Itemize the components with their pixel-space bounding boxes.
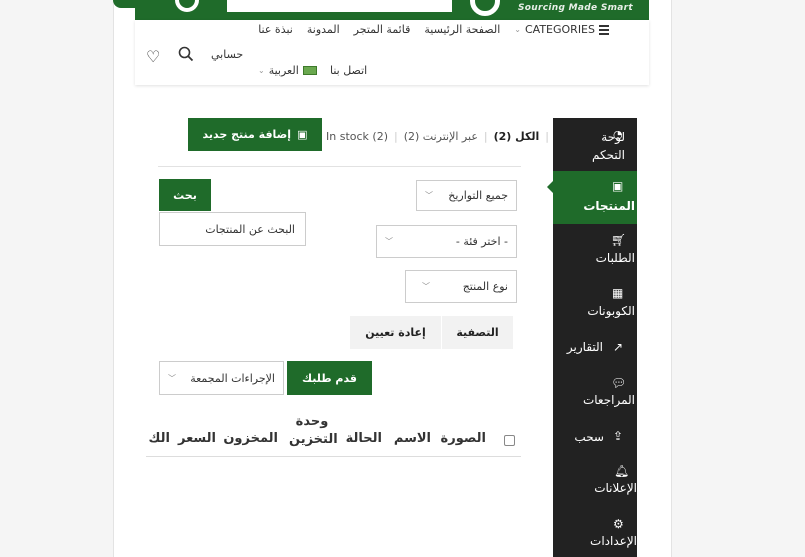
nav-home[interactable]: الصفحة الرئيسية <box>424 23 500 36</box>
product-type-value: نوع المنتج <box>462 280 508 293</box>
add-product-label: إضافة منتج جديد <box>202 128 292 141</box>
dashboard-sidebar: ◔ لوحة التحكم ▣ المنتجات 🛒︎ الطلبات ▦ ال… <box>553 118 637 557</box>
select-all-checkbox[interactable] <box>504 435 515 446</box>
sidebar-item-label: الطلبات <box>595 251 635 265</box>
chevron-down-icon: ⌄ <box>258 66 265 75</box>
add-product-button[interactable]: إضافة منتج جديد ▣ <box>188 118 322 151</box>
site-header: Sourcing Made Smart <box>135 0 649 20</box>
nav-categories[interactable]: ⌄ CATEGORIES <box>514 23 609 36</box>
column-status[interactable]: الحالة <box>346 431 382 446</box>
bulk-actions-select[interactable]: ﹀ الإجراءات المجمعة <box>159 361 284 395</box>
sidebar-item-label: المراجعات <box>582 393 635 407</box>
tab-all[interactable]: الكل (2) <box>494 130 540 143</box>
menu-list-icon <box>599 24 609 35</box>
sidebar-item-label: الإعدادات <box>590 534 637 548</box>
logo-icon[interactable] <box>470 0 500 16</box>
sidebar-item-label: الكوبونات <box>587 304 635 318</box>
comments-icon: 💬︎ <box>611 376 627 390</box>
briefcase-icon: ▣ <box>297 128 308 141</box>
sidebar-item-label: سحب <box>574 430 604 444</box>
upload-icon: ⇪ <box>613 429 624 443</box>
language-switcher[interactable]: ⌄ العربية <box>258 64 317 77</box>
search-button[interactable]: بحث <box>159 179 211 211</box>
sidebar-item-products[interactable]: ▣ المنتجات <box>553 171 637 224</box>
column-image[interactable]: الصورة <box>441 431 486 446</box>
sidebar-item-label: التقارير <box>566 340 603 354</box>
sidebar-item-dashboard[interactable]: ◔ لوحة التحكم <box>553 126 637 170</box>
gift-icon: ▦ <box>612 286 624 300</box>
flag-icon <box>302 66 317 75</box>
chevron-down-icon: ⌄ <box>514 25 521 34</box>
sidebar-item-reports[interactable]: ↗ التقارير <box>553 338 637 358</box>
gear-icon: ⚙ <box>613 517 624 531</box>
nav-menu: ⌄ CATEGORIES الصفحة الرئيسية قائمة المتج… <box>258 23 609 36</box>
sidebar-item-orders[interactable]: 🛒︎ الطلبات <box>553 231 637 277</box>
wishlist-heart-icon[interactable]: ♡ <box>146 47 160 66</box>
nav-blog[interactable]: المدونة <box>307 23 340 36</box>
sidebar-item-label: المنتجات <box>583 199 635 213</box>
chevron-down-icon: ﹀ <box>425 191 433 200</box>
product-type-select[interactable]: ﹀ نوع المنتج <box>405 270 517 303</box>
category-select[interactable]: ﹀ - اختر فئة - <box>376 225 517 258</box>
sidebar-item-reviews[interactable]: 💬︎ المراجعات <box>553 374 637 420</box>
bell-icon: 🔔︎ <box>614 464 630 478</box>
sidebar-item-withdraw[interactable]: ⇪ سحب <box>553 427 637 447</box>
active-indicator <box>547 181 553 193</box>
chevron-down-icon: ﹀ <box>422 282 430 291</box>
header-search-input[interactable] <box>222 0 452 12</box>
column-sku[interactable]: وحدة التخزين <box>289 413 338 449</box>
date-filter-value: جميع التواريخ <box>448 189 508 202</box>
nav-account[interactable]: حسابي <box>211 48 243 61</box>
sidebar-item-label: الإعلانات <box>594 481 637 495</box>
tab-online[interactable]: عبر الإنترنت (2) <box>404 130 478 143</box>
language-label: العربية <box>268 64 299 77</box>
bulk-submit-button[interactable]: قدم طلبك <box>287 361 372 395</box>
category-value: - اختر فئة - <box>455 235 508 248</box>
chart-icon: ↗ <box>613 340 624 354</box>
chevron-down-icon: ﹀ <box>385 237 393 246</box>
column-name[interactable]: الاسم <box>394 431 431 446</box>
main-nav: ⌄ CATEGORIES الصفحة الرئيسية قائمة المتج… <box>135 20 649 85</box>
chevron-down-icon: ﹀ <box>168 373 176 383</box>
product-search-input[interactable]: البحث عن المنتجات <box>159 212 306 246</box>
product-status-tabs: | الكل (2) | عبر الإنترنت (2) | In stock… <box>326 130 549 143</box>
nav-categories-label: CATEGORIES <box>524 23 595 36</box>
search-icon[interactable] <box>178 46 194 62</box>
reset-button[interactable]: إعادة تعيين <box>350 316 441 349</box>
column-partial[interactable]: الك <box>146 431 170 446</box>
divider <box>158 166 521 167</box>
bulk-actions-value: الإجراءات المجمعة <box>190 371 275 385</box>
nav-about[interactable]: نبذة عنا <box>258 23 293 36</box>
column-stock[interactable]: المخزون <box>223 431 278 446</box>
briefcase-icon: ▣ <box>612 179 624 193</box>
header-tab <box>113 0 137 8</box>
filter-button[interactable]: التصفية <box>442 316 513 349</box>
nav-contact[interactable]: اتصل بنا <box>330 64 367 77</box>
nav-store-list[interactable]: قائمة المتجر <box>354 23 411 36</box>
tab-in-stock[interactable]: In stock (2) <box>326 130 388 143</box>
cart-logo-icon <box>175 0 199 12</box>
column-price[interactable]: السعر <box>178 431 216 446</box>
sidebar-item-announcements[interactable]: 🔔︎ الإعلانات <box>553 462 637 508</box>
date-filter-select[interactable]: ﹀ جميع التواريخ <box>416 180 517 211</box>
sidebar-item-coupons[interactable]: ▦ الكوبونات <box>553 284 637 330</box>
cart-icon: 🛒︎ <box>611 233 627 247</box>
site-tagline: Sourcing Made Smart <box>518 3 633 13</box>
sidebar-item-settings[interactable]: ⚙ الإعدادات <box>553 515 637 557</box>
products-table-header: الصورة الاسم الحالة وحدة التخزين المخزون… <box>146 412 521 457</box>
sidebar-item-label: لوحة التحكم <box>592 130 625 162</box>
